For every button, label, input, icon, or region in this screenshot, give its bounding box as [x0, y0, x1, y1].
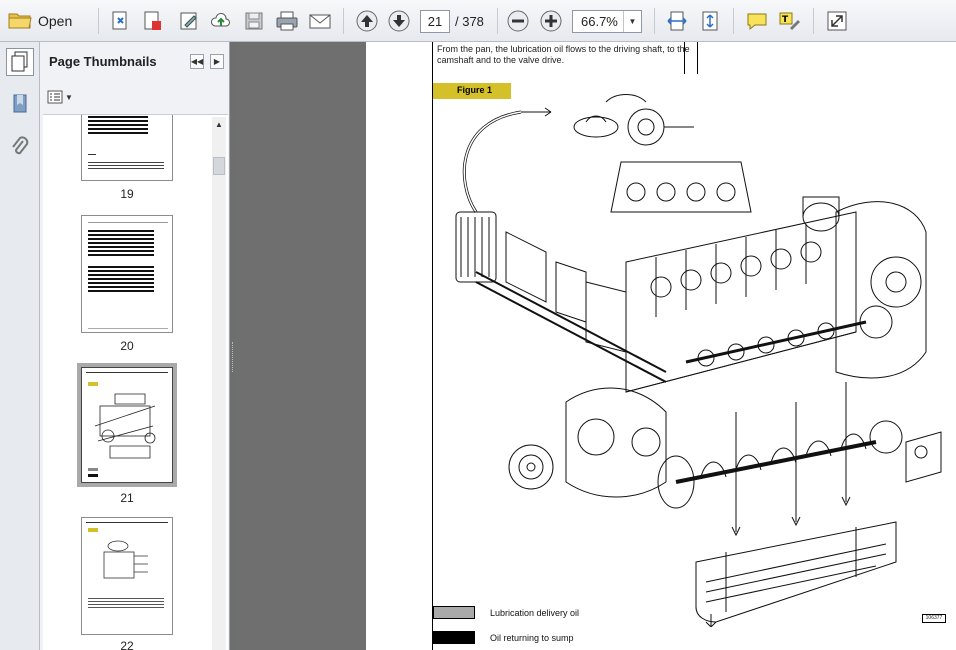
thumbnails-list: 19 20 21 22 ▲: [43, 114, 228, 650]
zoom-select[interactable]: 66.7% ▼: [572, 10, 642, 33]
thumbnail-page-19[interactable]: [81, 115, 173, 181]
expand-icon[interactable]: [824, 8, 850, 34]
options-menu[interactable]: ▼: [47, 89, 73, 105]
separator: [343, 8, 344, 34]
thumbnail-label: 19: [120, 187, 134, 201]
panel-arrow-icon[interactable]: ▶: [210, 54, 224, 69]
highlight-text-icon[interactable]: T: [776, 8, 802, 34]
print-icon[interactable]: [274, 8, 300, 34]
column-line: [697, 42, 698, 74]
zoom-value: 66.7%: [581, 14, 618, 29]
thumbnail-label: 21: [120, 491, 134, 505]
save-icon[interactable]: [241, 8, 267, 34]
folder-icon: [8, 10, 32, 33]
next-page-icon[interactable]: [386, 8, 412, 34]
bookmark-icon[interactable]: [6, 90, 34, 118]
open-label: Open: [38, 13, 73, 29]
separator: [654, 8, 655, 34]
thumbnail-label: 20: [120, 339, 134, 353]
page-number-input[interactable]: 21: [420, 10, 450, 33]
collapse-panel-icon[interactable]: ◀◀: [190, 54, 204, 69]
email-icon[interactable]: [307, 8, 333, 34]
legend-swatch-delivery: [433, 606, 475, 619]
page-total: / 378: [455, 14, 484, 29]
previous-page-icon[interactable]: [354, 8, 380, 34]
thumbnail-page-22[interactable]: [81, 517, 173, 635]
scrollbar-thumb[interactable]: [213, 157, 225, 175]
list-options-icon: [47, 90, 63, 104]
legend-label-delivery: Lubrication delivery oil: [490, 608, 580, 618]
fit-page-icon[interactable]: [697, 8, 723, 34]
panel-title: Page Thumbnails: [49, 54, 157, 69]
thumbnail-page-20[interactable]: [81, 215, 173, 333]
cloud-upload-icon[interactable]: [208, 8, 234, 34]
paperclip-icon[interactable]: [6, 134, 34, 162]
fit-width-icon[interactable]: [664, 8, 690, 34]
thumbnail-page-21[interactable]: [77, 363, 177, 487]
thumbnails-scrollbar[interactable]: ▲: [212, 117, 226, 650]
chevron-down-icon: ▼: [65, 92, 73, 102]
edit-pdf-icon[interactable]: [140, 8, 166, 34]
zoom-out-icon[interactable]: [505, 8, 531, 34]
separator: [813, 8, 814, 34]
separator: [98, 8, 99, 34]
figure-code: 106377: [922, 614, 946, 623]
svg-text:T: T: [782, 15, 789, 25]
page-border-line: [432, 42, 433, 650]
intro-paragraph: From the pan, the lubrication oil flows …: [437, 44, 690, 65]
separator: [497, 8, 498, 34]
document-background: [236, 42, 366, 650]
engine-lubrication-diagram: [455, 94, 942, 627]
thumbnail-label: 22: [120, 639, 134, 650]
create-pdf-icon[interactable]: [108, 8, 134, 34]
form-edit-icon[interactable]: [176, 8, 202, 34]
comment-icon[interactable]: [744, 8, 770, 34]
navigation-strip: [0, 42, 40, 650]
legend-swatch-return: [433, 631, 475, 644]
legend-label-return: Oil returning to sump: [490, 633, 574, 643]
open-button[interactable]: Open: [8, 8, 72, 34]
zoom-in-icon[interactable]: [538, 8, 564, 34]
separator: [733, 8, 734, 34]
toolbar: Open 21 / 378 66.7% ▼ T: [0, 0, 956, 42]
thumbnails-panel: Page Thumbnails ◀◀ ▶ ▼ 19 20 21 22 ▲: [40, 42, 230, 650]
page-thumbnails-icon[interactable]: [6, 48, 34, 76]
document-page: From the pan, the lubrication oil flows …: [366, 42, 956, 650]
scroll-up-icon[interactable]: ▲: [212, 117, 226, 131]
chevron-down-icon[interactable]: ▼: [623, 11, 641, 32]
